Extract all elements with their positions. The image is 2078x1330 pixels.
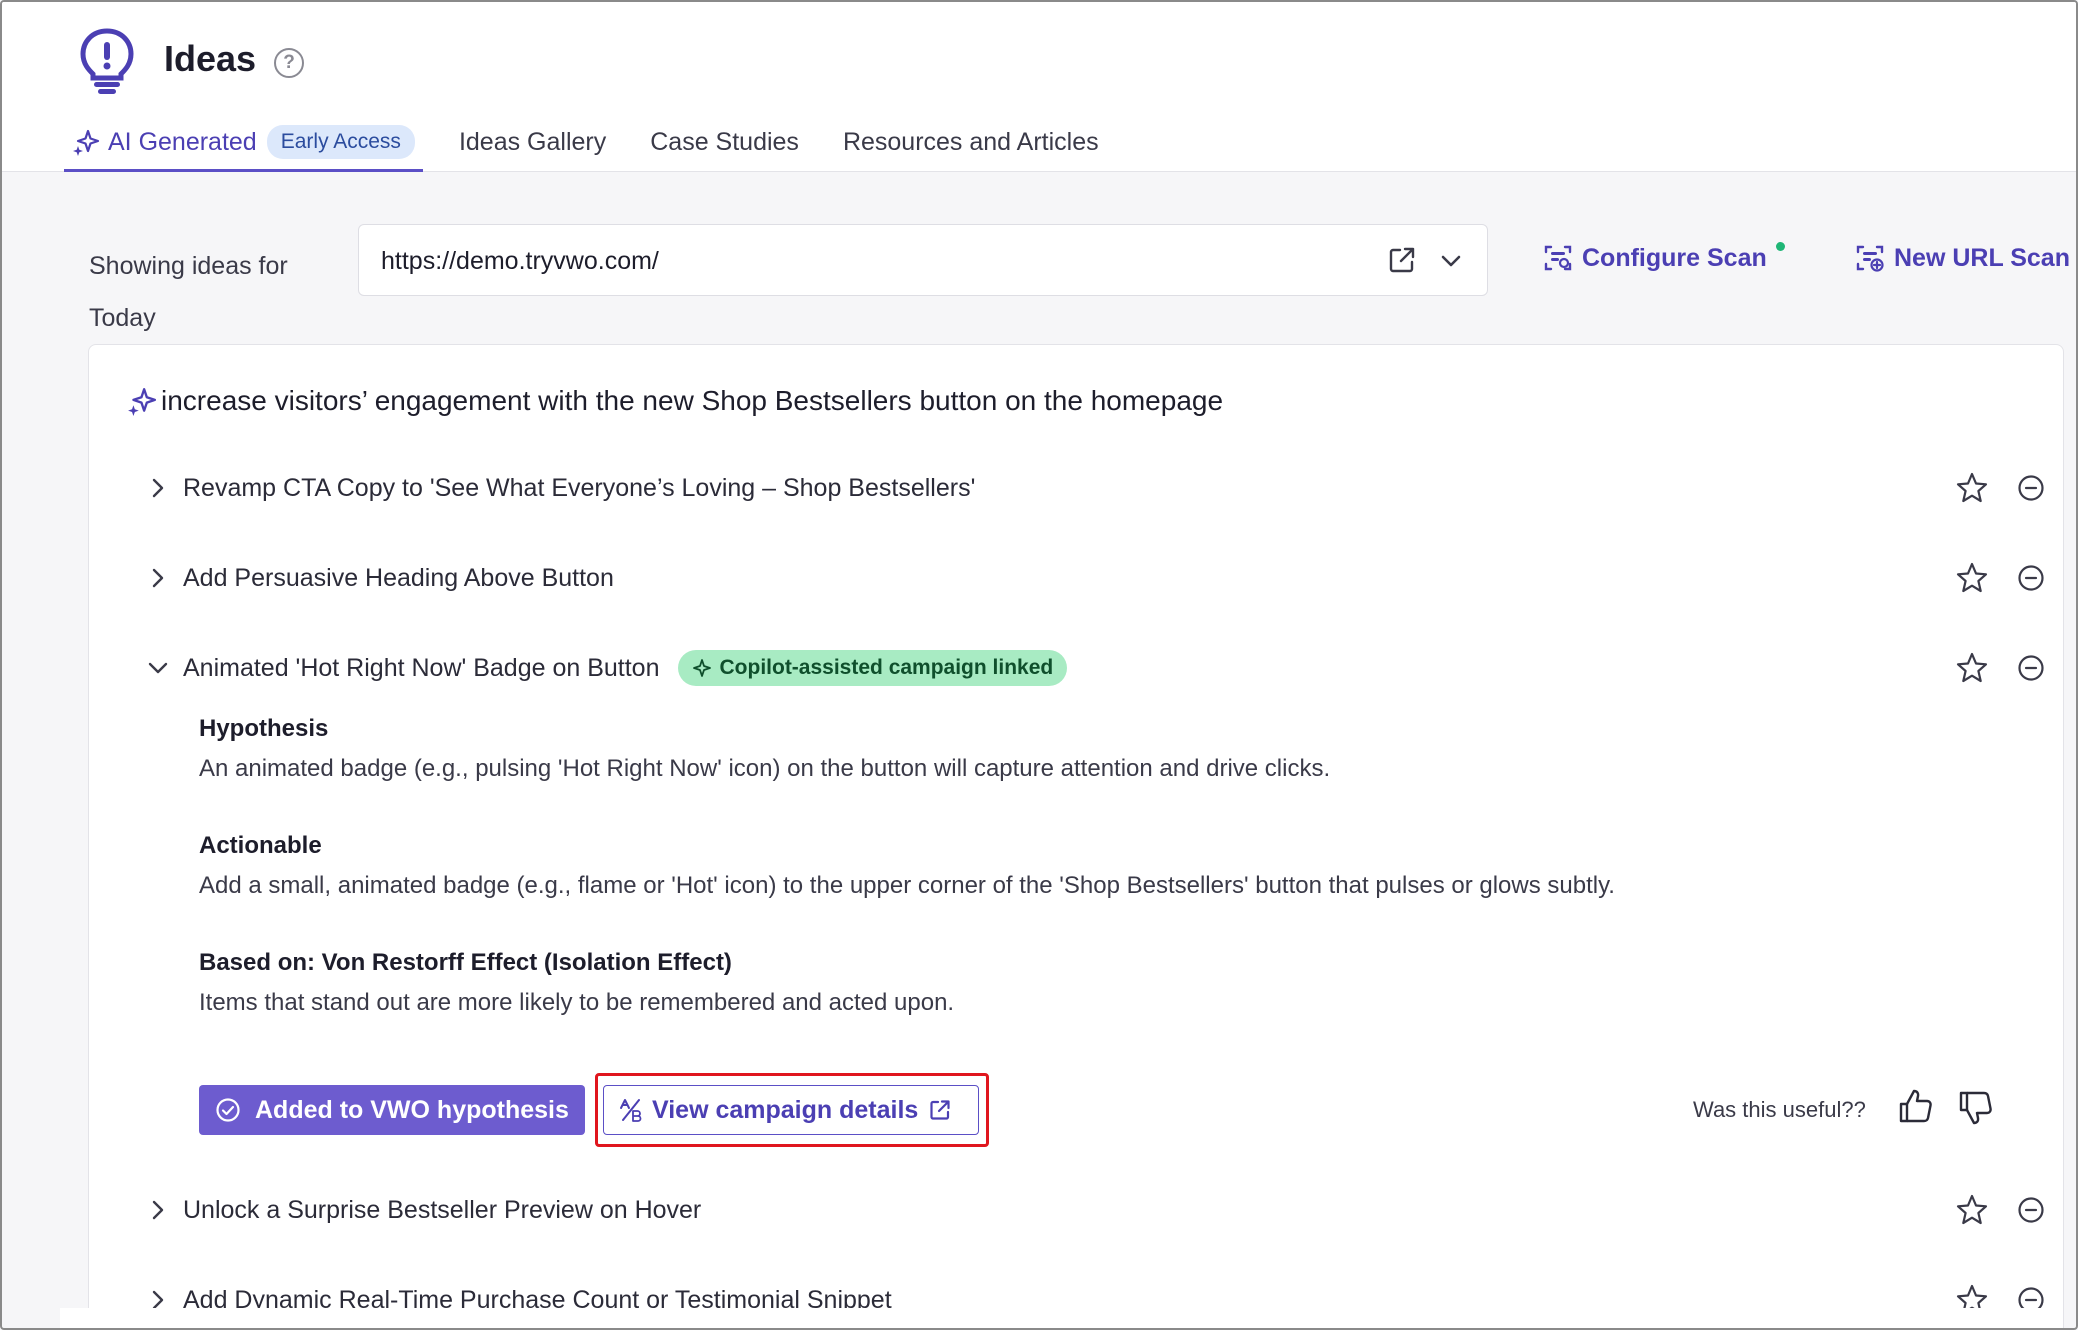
sparkle-icon xyxy=(73,129,100,156)
added-to-hypothesis-button[interactable]: Added to VWO hypothesis xyxy=(199,1085,585,1135)
tab-ai-generated[interactable]: AI Generated Early Access xyxy=(64,112,423,172)
idea-title: Revamp CTA Copy to 'See What Everyone’s … xyxy=(183,473,976,502)
idea-row[interactable]: Add Persuasive Heading Above Button xyxy=(145,553,2045,603)
tab-case-studies[interactable]: Case Studies xyxy=(642,112,807,172)
chevron-right-icon[interactable] xyxy=(145,565,171,591)
star-icon[interactable] xyxy=(1955,1193,1989,1227)
chevron-down-icon[interactable] xyxy=(145,655,171,681)
idea-row[interactable]: Revamp CTA Copy to 'See What Everyone’s … xyxy=(145,463,2045,513)
tab-label: Ideas Gallery xyxy=(458,127,607,156)
tab-bar: AI Generated Early Access Ideas Gallery … xyxy=(64,112,1135,172)
actionable-section: Actionable Add a small, animated badge (… xyxy=(199,832,1999,900)
chevron-right-icon[interactable] xyxy=(145,475,171,501)
idea-title: Animated 'Hot Right Now' Badge on Button xyxy=(183,653,660,682)
tab-label: AI Generated xyxy=(108,127,257,156)
url-select[interactable]: https://demo.tryvwo.com/ xyxy=(358,224,1488,296)
ideas-card: increase visitors’ engagement with the n… xyxy=(88,344,2064,1328)
thumbs-down-icon[interactable] xyxy=(1955,1087,1995,1127)
help-icon[interactable]: ? xyxy=(274,48,304,78)
app-window: Ideas ? AI Generated Early Access Ideas … xyxy=(0,0,2078,1330)
idea-title: Add Persuasive Heading Above Button xyxy=(183,563,614,592)
dismiss-icon[interactable] xyxy=(2017,564,2045,592)
configure-scan-label: Configure Scan xyxy=(1582,241,1785,273)
based-on-section: Based on: Von Restorff Effect (Isolation… xyxy=(199,949,1999,1017)
configure-scan-text: Configure Scan xyxy=(1582,243,1767,272)
hypothesis-section: Hypothesis An animated badge (e.g., puls… xyxy=(199,715,1999,783)
hypothesis-text: An animated badge (e.g., pulsing 'Hot Ri… xyxy=(199,755,1331,782)
hypothesis-heading: Hypothesis xyxy=(199,715,329,742)
bottom-edge xyxy=(60,1308,2060,1328)
idea-actions xyxy=(1955,651,2045,685)
actionable-heading: Actionable xyxy=(199,832,322,859)
configure-scan-button[interactable]: Configure Scan xyxy=(1542,241,1785,274)
idea-actions xyxy=(1955,561,2045,595)
url-value: https://demo.tryvwo.com/ xyxy=(381,247,659,275)
star-icon[interactable] xyxy=(1955,561,1989,595)
dismiss-icon[interactable] xyxy=(2017,474,2045,502)
idea-row-expanded[interactable]: Animated 'Hot Right Now' Badge on Button… xyxy=(145,643,2045,693)
idea-actions xyxy=(1955,471,2045,505)
ab-test-icon xyxy=(620,1099,642,1122)
based-on-heading: Based on: Von Restorff Effect (Isolation… xyxy=(199,949,732,976)
star-icon[interactable] xyxy=(1955,651,1989,685)
based-on-text: Items that stand out are more likely to … xyxy=(199,989,955,1016)
tab-label: Case Studies xyxy=(650,127,799,156)
idea-actions xyxy=(1955,1193,2045,1227)
chevron-down-icon[interactable] xyxy=(1437,247,1465,275)
tab-label: Resources and Articles xyxy=(842,127,1099,156)
new-scan-icon xyxy=(1856,245,1884,272)
page-header: Ideas ? AI Generated Early Access Ideas … xyxy=(2,2,2076,172)
added-button-label: Added to VWO hypothesis xyxy=(255,1095,569,1124)
sparkle-icon xyxy=(128,388,157,416)
external-link-icon xyxy=(930,1100,950,1120)
view-campaign-details-button[interactable]: View campaign details xyxy=(603,1085,979,1135)
external-link-icon[interactable] xyxy=(1387,245,1417,275)
view-button-label: View campaign details xyxy=(652,1095,919,1124)
feedback-question: Was this useful?? xyxy=(1693,1097,1866,1122)
status-dot xyxy=(1775,241,1785,251)
sparkle-icon xyxy=(692,659,711,677)
chevron-right-icon[interactable] xyxy=(145,1197,171,1223)
check-circle-icon xyxy=(216,1098,240,1122)
idea-title: Unlock a Surprise Bestseller Preview on … xyxy=(183,1195,702,1224)
showing-ideas-label: Showing ideas for Today xyxy=(89,252,288,332)
early-access-badge: Early Access xyxy=(266,125,415,159)
actionable-text: Add a small, animated badge (e.g., flame… xyxy=(199,872,1615,899)
lightbulb-logo-icon xyxy=(80,28,134,94)
star-icon[interactable] xyxy=(1955,471,1989,505)
copilot-linked-badge: Copilot-assisted campaign linked xyxy=(677,650,1068,686)
page-title: Ideas xyxy=(164,38,257,79)
copilot-badge-label: Copilot-assisted campaign linked xyxy=(719,656,1054,679)
thumbs-up-icon[interactable] xyxy=(1895,1087,1935,1127)
new-url-scan-label: New URL Scan xyxy=(1894,243,2070,272)
idea-row[interactable]: Unlock a Surprise Bestseller Preview on … xyxy=(145,1185,2045,1235)
dismiss-icon[interactable] xyxy=(2017,654,2045,682)
tab-ideas-gallery[interactable]: Ideas Gallery xyxy=(451,112,614,172)
dismiss-icon[interactable] xyxy=(2017,1196,2045,1224)
goal-title: increase visitors’ engagement with the n… xyxy=(127,385,1223,417)
tab-resources-articles[interactable]: Resources and Articles xyxy=(835,112,1107,172)
new-url-scan-button[interactable]: New URL Scan xyxy=(1854,242,2070,274)
goal-text: increase visitors’ engagement with the n… xyxy=(161,385,1224,416)
scan-settings-icon xyxy=(1544,245,1572,271)
